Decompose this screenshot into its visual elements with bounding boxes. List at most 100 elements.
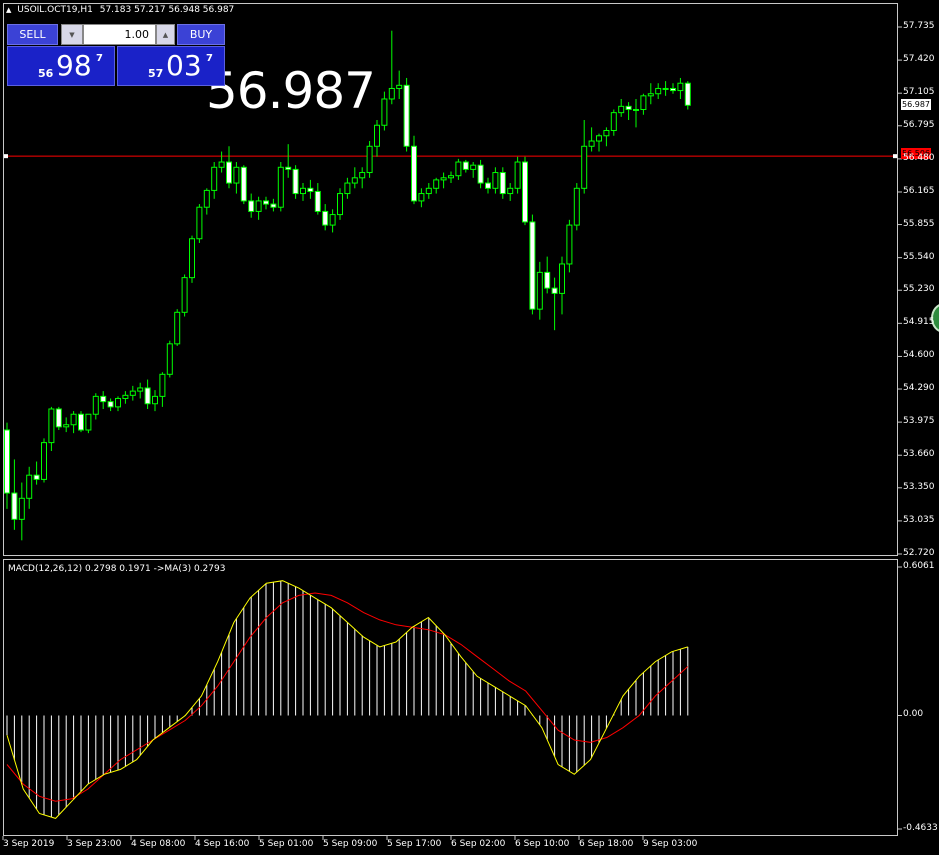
candle-body (381, 98, 388, 126)
candle-body (152, 395, 158, 405)
candle-body (203, 189, 210, 208)
candle-body (292, 168, 299, 195)
candle-body (248, 200, 255, 212)
candle-body (337, 193, 343, 216)
price-axis-label: 56.480 (903, 152, 935, 163)
candle-body (677, 82, 684, 92)
candle-body (4, 429, 10, 494)
volume-up-arrow-icon[interactable]: ▲ (156, 24, 175, 45)
candle-body (55, 408, 62, 428)
candle-body (647, 93, 654, 97)
candle-body (655, 87, 662, 95)
time-axis-label: 6 Sep 02:00 (451, 839, 506, 849)
buy-button[interactable]: BUY (177, 24, 225, 45)
symbol-label: USOIL.OCT19,H1 (17, 5, 93, 15)
current-price-tag: 56.987 (901, 99, 931, 110)
candle-body (514, 161, 521, 189)
candle-body (425, 187, 432, 195)
volume-input[interactable]: 1.00 (83, 24, 156, 45)
candle-body (115, 397, 121, 408)
macd-axis-label: 0.00 (903, 709, 924, 720)
chart-header: ▲ USOIL.OCT19,H1 57.183 57.217 56.948 56… (6, 5, 234, 15)
candle-body (263, 200, 269, 205)
candle-body (485, 182, 491, 189)
level-line-handle-right (893, 154, 897, 159)
price-axis-label: 54.600 (903, 350, 935, 361)
price-chart[interactable] (0, 0, 939, 855)
sell-price-box[interactable]: 56 98 7 (7, 46, 115, 86)
sell-button[interactable]: SELL (7, 24, 58, 45)
candle-body (270, 203, 277, 208)
candle-body (581, 145, 588, 189)
candle-body (196, 206, 203, 240)
sell-price-small: 56 (38, 67, 54, 80)
sell-price-sup: 7 (96, 53, 103, 64)
candle-body (536, 271, 543, 310)
price-axis-label: 57.735 (903, 21, 935, 31)
candle-body (544, 271, 551, 289)
candle-body (226, 161, 232, 184)
price-axis-label: 56.795 (903, 119, 935, 130)
candle-body (277, 166, 284, 208)
candle-body (329, 214, 336, 226)
candle-body (255, 200, 262, 212)
candle-body (662, 87, 669, 90)
candle-body (640, 95, 647, 110)
candle-body (433, 179, 440, 189)
candle-body (285, 166, 292, 170)
price-axis-label: 53.660 (903, 449, 935, 460)
candle-body (300, 187, 306, 195)
candle-body (633, 108, 639, 111)
candle-body (492, 172, 499, 189)
candle-body (359, 172, 366, 179)
candle-body (344, 182, 351, 195)
candle-body (588, 140, 595, 147)
candle-body (566, 224, 573, 265)
candle-body (559, 263, 565, 294)
macd-axis-label: 0.6061 (903, 561, 935, 571)
candle-body (92, 395, 99, 415)
price-axis-label: 55.230 (903, 284, 935, 295)
time-axis-label: 6 Sep 10:00 (515, 839, 570, 849)
candle-body (477, 164, 484, 184)
candle-body (396, 84, 403, 89)
candle-body (189, 238, 195, 279)
candle-body (573, 187, 580, 226)
candle-body (684, 82, 691, 106)
candle-body (307, 187, 314, 192)
time-axis-label: 4 Sep 16:00 (195, 839, 250, 849)
time-axis-label: 5 Sep 01:00 (259, 839, 314, 849)
price-axis-label: 56.165 (903, 185, 935, 196)
candle-body (670, 87, 676, 92)
buy-price-small: 57 (148, 67, 164, 80)
time-axis-label: 5 Sep 09:00 (323, 839, 378, 849)
time-axis-label: 3 Sep 2019 (3, 839, 55, 849)
candle-body (33, 474, 40, 480)
price-axis-label: 54.915 (903, 317, 935, 328)
candle-body (596, 135, 602, 142)
candle-body (48, 408, 55, 444)
one-click-trading-panel: SELL ▼ 1.00 ▲ BUY 56 98 7 57 03 7 (7, 24, 225, 86)
candle-body (129, 390, 136, 396)
candle-body (166, 343, 173, 375)
price-axis-label: 53.350 (903, 481, 935, 492)
volume-down-arrow-icon[interactable]: ▼ (61, 24, 83, 45)
candle-body (374, 124, 380, 147)
macd-axis-label: -0.4633 (903, 823, 938, 833)
candle-body (144, 387, 151, 405)
candle-body (122, 394, 129, 399)
candle-body (366, 145, 373, 174)
price-axis-label: 57.420 (903, 54, 935, 65)
time-axis-label: 9 Sep 03:00 (643, 839, 698, 849)
price-axis-label: 53.035 (903, 514, 935, 525)
buy-price-box[interactable]: 57 03 7 (117, 46, 225, 86)
candle-body (18, 497, 25, 520)
candle-body (603, 130, 610, 137)
candle-body (448, 175, 454, 179)
candle-body (137, 387, 144, 392)
collapse-triangle-icon[interactable]: ▲ (6, 6, 11, 14)
sell-price-large: 98 (56, 49, 92, 82)
candle-body (218, 161, 225, 168)
candle-body (174, 311, 181, 345)
candle-body (499, 172, 506, 195)
